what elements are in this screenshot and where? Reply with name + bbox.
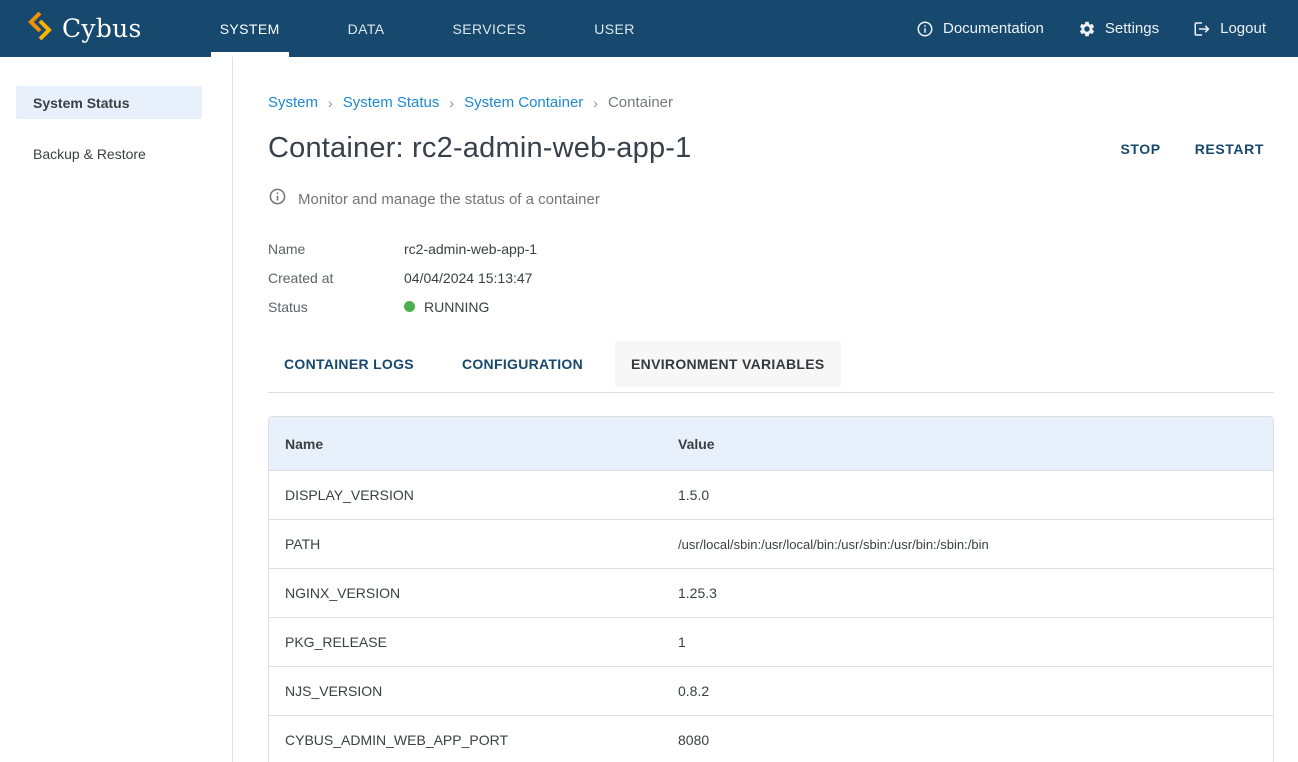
nav-tab-services[interactable]: SERVICES — [419, 0, 561, 57]
info-circle-icon — [268, 187, 287, 211]
nav-tab-data[interactable]: DATA — [314, 0, 419, 57]
env-name: PKG_RELEASE — [269, 634, 662, 650]
stop-button[interactable]: STOP — [1110, 135, 1170, 163]
breadcrumb-separator: › — [593, 95, 598, 111]
brand-name: Cybus — [62, 14, 142, 43]
logout-icon — [1193, 20, 1211, 38]
cybus-logo-icon — [27, 11, 53, 46]
settings-label: Settings — [1105, 20, 1159, 37]
column-header-value: Value — [662, 436, 1273, 452]
table-row: PKG_RELEASE 1 — [269, 617, 1273, 666]
page-subtitle: Monitor and manage the status of a conta… — [298, 191, 600, 208]
detail-row-created-at: Created at 04/04/2024 15:13:47 — [268, 263, 1274, 292]
logout-button[interactable]: Logout — [1193, 20, 1266, 38]
table-row: CYBUS_ADMIN_WEB_APP_PORT 8080 — [269, 715, 1273, 762]
env-value: 8080 — [662, 732, 1273, 748]
breadcrumb-separator: › — [328, 95, 333, 111]
sidebar: System Status Backup & Restore — [0, 57, 233, 762]
top-navbar: Cybus SYSTEM DATA SERVICES USER Document… — [0, 0, 1298, 57]
env-value: 1.25.3 — [662, 585, 1273, 601]
tabs-divider — [268, 392, 1274, 393]
detail-label: Name — [268, 241, 404, 257]
detail-row-status: Status RUNNING — [268, 292, 1274, 321]
nav-tab-user[interactable]: USER — [560, 0, 669, 57]
sidebar-item-system-status[interactable]: System Status — [16, 86, 202, 119]
detail-label: Status — [268, 299, 404, 315]
status-running-dot — [404, 301, 415, 312]
status-badge: RUNNING — [424, 299, 489, 315]
documentation-link[interactable]: Documentation — [916, 20, 1044, 38]
breadcrumb-link-system-status[interactable]: System Status — [343, 94, 440, 111]
env-name: PATH — [269, 536, 662, 552]
settings-button[interactable]: Settings — [1078, 20, 1159, 38]
container-details: Name rc2-admin-web-app-1 Created at 04/0… — [268, 234, 1274, 321]
env-name: NGINX_VERSION — [269, 585, 662, 601]
breadcrumb-link-system[interactable]: System — [268, 94, 318, 111]
environment-variables-table: Name Value DISPLAY_VERSION 1.5.0 PATH /u… — [268, 416, 1274, 762]
env-value: /usr/local/sbin:/usr/local/bin:/usr/sbin… — [662, 537, 1273, 552]
env-name: CYBUS_ADMIN_WEB_APP_PORT — [269, 732, 662, 748]
table-row: DISPLAY_VERSION 1.5.0 — [269, 470, 1273, 519]
breadcrumb: System › System Status › System Containe… — [268, 94, 1274, 111]
main-content: System › System Status › System Containe… — [233, 57, 1298, 762]
tab-configuration[interactable]: CONFIGURATION — [446, 341, 599, 387]
detail-label: Created at — [268, 270, 404, 286]
env-value: 1 — [662, 634, 1273, 650]
table-row: NGINX_VERSION 1.25.3 — [269, 568, 1273, 617]
breadcrumb-separator: › — [449, 95, 454, 111]
table-row: NJS_VERSION 0.8.2 — [269, 666, 1273, 715]
navbar-actions: Documentation Settings Logout — [916, 0, 1298, 57]
env-name: NJS_VERSION — [269, 683, 662, 699]
detail-row-name: Name rc2-admin-web-app-1 — [268, 234, 1274, 263]
sidebar-item-backup-restore[interactable]: Backup & Restore — [16, 137, 202, 170]
env-value: 1.5.0 — [662, 487, 1273, 503]
breadcrumb-current: Container — [608, 94, 673, 111]
env-value: 0.8.2 — [662, 683, 1273, 699]
main-nav: SYSTEM DATA SERVICES USER — [186, 0, 669, 57]
detail-value: 04/04/2024 15:13:47 — [404, 270, 532, 286]
table-row: PATH /usr/local/sbin:/usr/local/bin:/usr… — [269, 519, 1273, 568]
brand-logo[interactable]: Cybus — [0, 0, 172, 57]
table-header-row: Name Value — [269, 417, 1273, 470]
detail-value: rc2-admin-web-app-1 — [404, 241, 537, 257]
breadcrumb-link-system-container[interactable]: System Container — [464, 94, 583, 111]
gear-icon — [1078, 20, 1096, 38]
info-circle-icon — [916, 20, 934, 38]
restart-button[interactable]: RESTART — [1185, 135, 1274, 163]
page-title: Container: rc2-admin-web-app-1 — [268, 132, 691, 165]
tab-environment-variables[interactable]: ENVIRONMENT VARIABLES — [615, 341, 841, 387]
env-name: DISPLAY_VERSION — [269, 487, 662, 503]
nav-tab-system[interactable]: SYSTEM — [186, 0, 314, 57]
tab-container-logs[interactable]: CONTAINER LOGS — [268, 341, 430, 387]
column-header-name: Name — [269, 436, 662, 452]
logout-label: Logout — [1220, 20, 1266, 37]
documentation-label: Documentation — [943, 20, 1044, 37]
detail-tabs: CONTAINER LOGS CONFIGURATION ENVIRONMENT… — [268, 341, 1274, 387]
